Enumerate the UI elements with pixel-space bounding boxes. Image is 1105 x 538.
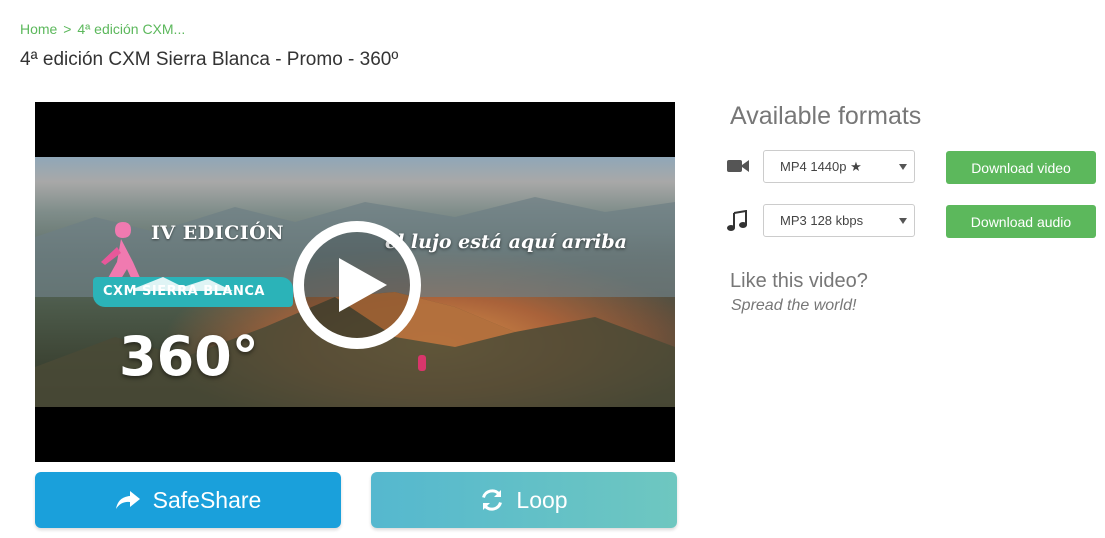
overlay-360-text: 360°	[119, 325, 259, 388]
breadcrumb: Home > 4ª edición CXM...	[20, 21, 185, 37]
overlay-edition-text: IV EDICIÓN	[151, 222, 285, 244]
share-arrow-icon	[115, 491, 140, 509]
overlay-tagline: el lujo está aquí arriba	[385, 231, 627, 253]
breadcrumb-current-link[interactable]: 4ª edición CXM...	[77, 21, 185, 37]
like-subtext: Spread the world!	[731, 297, 857, 314]
page-title: 4ª edición CXM Sierra Blanca - Promo - 3…	[20, 49, 399, 70]
chevron-down-icon	[899, 164, 907, 170]
video-format-select[interactable]: MP4 1440p ★	[763, 150, 915, 183]
chevron-down-icon	[899, 218, 907, 224]
audio-format-select[interactable]: MP3 128 kbps	[763, 204, 915, 237]
play-button[interactable]	[293, 221, 421, 349]
music-note-icon	[727, 210, 747, 231]
runner-figure	[418, 355, 426, 371]
video-player[interactable]: IV EDICIÓN CXM SIERRA BLANCA 360° el luj…	[35, 102, 675, 462]
breadcrumb-separator: >	[63, 21, 72, 37]
video-camera-icon	[727, 160, 749, 172]
loop-label: Loop	[516, 486, 568, 513]
video-format-value: MP4 1440p ★	[780, 158, 862, 174]
audio-format-value: MP3 128 kbps	[780, 213, 864, 228]
formats-heading: Available formats	[730, 102, 922, 130]
download-video-button[interactable]: Download video	[946, 151, 1096, 184]
refresh-icon	[482, 489, 503, 511]
overlay-name-text: CXM SIERRA BLANCA	[103, 284, 265, 299]
safeshare-button[interactable]: SafeShare	[35, 472, 341, 528]
like-heading: Like this video?	[730, 270, 868, 292]
breadcrumb-home-link[interactable]: Home	[20, 21, 57, 37]
loop-button[interactable]: Loop	[371, 472, 677, 528]
download-audio-button[interactable]: Download audio	[946, 205, 1096, 238]
play-icon	[339, 258, 387, 312]
safeshare-label: SafeShare	[152, 486, 262, 513]
